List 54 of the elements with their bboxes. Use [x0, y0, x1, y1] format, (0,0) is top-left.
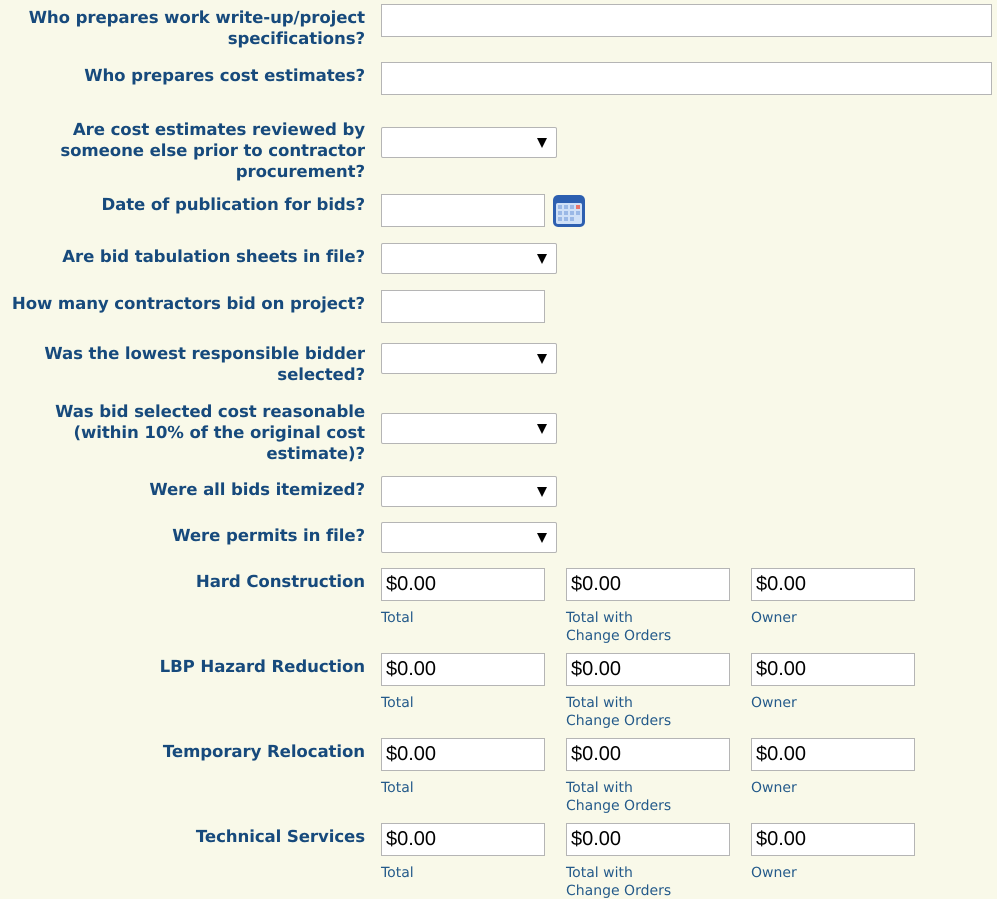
amount-field[interactable]: $0.00 [566, 738, 730, 771]
amount-field[interactable]: $0.00 [566, 568, 730, 601]
amount-caption: Owner [751, 609, 798, 627]
amount-field[interactable]: $0.00 [381, 738, 545, 771]
amount-field[interactable]: $0.00 [381, 653, 545, 686]
amount-field[interactable]: $0.00 [566, 653, 730, 686]
field-label: Who prepares work write-up/project specifications? [28, 7, 365, 50]
caret-icon [537, 533, 547, 543]
field-label: Who prepares cost estimates? [83, 65, 365, 87]
amount-caption: Total with Change Orders [566, 779, 672, 815]
dropdown[interactable] [381, 343, 557, 374]
amount-field[interactable]: $0.00 [751, 738, 915, 771]
amount-field[interactable]: $0.00 [381, 568, 545, 601]
field-label: Technical Services [194, 826, 365, 848]
input-field[interactable] [381, 290, 545, 323]
caret-icon [537, 138, 547, 148]
field-label: Hard Construction [194, 571, 365, 593]
amount-caption: Total with Change Orders [566, 609, 672, 645]
amount-caption: Owner [751, 694, 798, 712]
amount-caption: Total [381, 694, 415, 712]
amount-caption: Total [381, 779, 415, 797]
dropdown[interactable] [381, 413, 557, 444]
input-field[interactable] [381, 62, 992, 95]
amount-caption: Owner [751, 779, 798, 797]
field-label: Are bid tabulation sheets in file? [61, 246, 365, 268]
amount-caption: Total [381, 864, 415, 882]
caret-icon [537, 487, 547, 497]
field-label: Were permits in file? [171, 525, 365, 547]
dropdown[interactable] [381, 127, 557, 158]
amount-caption: Total with Change Orders [566, 864, 672, 899]
input-field[interactable] [381, 4, 992, 37]
amount-field[interactable]: $0.00 [381, 823, 545, 856]
dropdown[interactable] [381, 522, 557, 553]
caret-icon [537, 254, 547, 264]
dropdown[interactable] [381, 476, 557, 507]
field-label: Was bid selected cost reasonable (within 10% of the original cost estimate)? [54, 401, 365, 465]
caret-icon [537, 424, 547, 434]
field-label: LBP Hazard Reduction [158, 656, 365, 678]
field-label: Were all bids itemized? [148, 479, 365, 501]
amount-caption: Owner [751, 864, 798, 882]
field-label: Are cost estimates reviewed by someone else prior to contractor procurement? [59, 119, 365, 183]
field-label: Was the lowest responsible bidder selected? [43, 343, 365, 386]
field-label: Date of publication for bids? [100, 194, 365, 216]
field-label: Temporary Relocation [162, 741, 365, 763]
dropdown[interactable] [381, 243, 557, 274]
field-label: How many contractors bid on project? [10, 293, 365, 315]
amount-field[interactable]: $0.00 [751, 653, 915, 686]
caret-icon [537, 354, 547, 364]
amount-caption: Total [381, 609, 415, 627]
amount-field[interactable]: $0.00 [751, 568, 915, 601]
amount-caption: Total with Change Orders [566, 694, 672, 730]
amount-field[interactable]: $0.00 [751, 823, 915, 856]
amount-field[interactable]: $0.00 [566, 823, 730, 856]
date-field[interactable] [381, 194, 545, 226]
